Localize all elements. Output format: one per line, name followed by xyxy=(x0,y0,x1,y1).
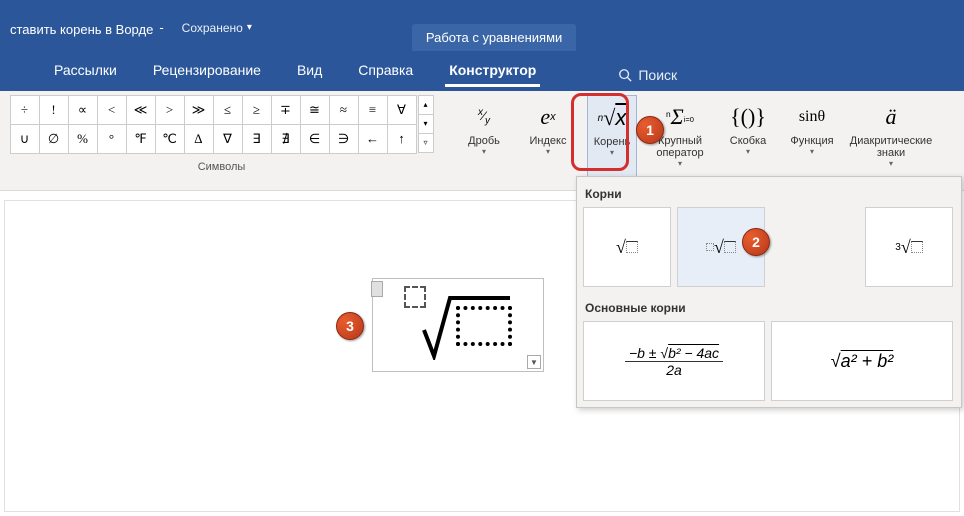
fraction-icon: x⁄y xyxy=(478,99,490,135)
symbol-button[interactable]: > xyxy=(155,95,185,125)
symbol-button[interactable]: ! xyxy=(39,95,69,125)
index-icon: ex xyxy=(540,99,555,135)
dropdown-section-radicals: Корни xyxy=(583,183,955,207)
symbol-button[interactable]: ≪ xyxy=(126,95,156,125)
search-icon xyxy=(618,68,632,82)
chevron-down-icon: ▾ xyxy=(746,147,750,156)
symbol-button[interactable]: ∀ xyxy=(387,95,417,125)
ribbon-tabs: Рассылки Рецензирование Вид Справка Конс… xyxy=(50,62,677,87)
annotation-badge-3: 3 xyxy=(336,312,364,340)
equation-editor[interactable]: ▼ xyxy=(372,278,544,372)
doc-title: ставить корень в Ворде xyxy=(10,18,153,37)
radical-icon: n√x xyxy=(598,100,627,136)
symbol-button[interactable]: ≈ xyxy=(329,95,359,125)
symbol-button[interactable]: ∪ xyxy=(10,124,40,154)
tab-help[interactable]: Справка xyxy=(354,62,417,87)
index-button[interactable]: ex Индекс ▾ xyxy=(523,95,573,190)
chevron-down-icon: ▾ xyxy=(546,147,550,156)
symbol-button[interactable]: ∇ xyxy=(213,124,243,154)
radical-radicand-placeholder[interactable] xyxy=(456,306,512,346)
tab-mailings[interactable]: Рассылки xyxy=(50,62,121,87)
dropdown-section-common: Основные корни xyxy=(583,297,955,321)
chevron-down-icon: ▾ xyxy=(678,159,682,168)
bracket-icon: {()} xyxy=(730,99,766,135)
symbol-button[interactable]: ∈ xyxy=(300,124,330,154)
symbol-button[interactable]: ≤ xyxy=(213,95,243,125)
chevron-down-icon: ▾ xyxy=(810,147,814,156)
annotation-badge-2: 2 xyxy=(742,228,770,256)
symbol-button[interactable]: ∄ xyxy=(271,124,301,154)
symbol-button[interactable]: ℉ xyxy=(126,124,156,154)
symbols-scroll-down[interactable]: ▾ xyxy=(418,114,434,134)
symbols-expand[interactable]: ▿ xyxy=(418,133,434,153)
chevron-down-icon: ▾ xyxy=(482,147,486,156)
symbol-button[interactable]: ← xyxy=(358,124,388,154)
symbol-button[interactable]: ≅ xyxy=(300,95,330,125)
tab-view[interactable]: Вид xyxy=(293,62,326,87)
symbol-button[interactable]: ∅ xyxy=(39,124,69,154)
search-box[interactable]: Поиск xyxy=(618,62,677,87)
tab-constructor[interactable]: Конструктор xyxy=(445,62,540,87)
radical-option-pythagoras[interactable]: √a² + b² xyxy=(771,321,953,401)
radical-option-cuberoot[interactable]: 3√ xyxy=(865,207,953,287)
symbol-button[interactable]: ≡ xyxy=(358,95,388,125)
symbol-button[interactable]: ↑ xyxy=(387,124,417,154)
symbol-button[interactable]: ° xyxy=(97,124,127,154)
saved-status: Сохранено xyxy=(182,21,243,35)
symbol-button[interactable]: ≥ xyxy=(242,95,272,125)
sigma-icon: nΣi=0 xyxy=(666,99,694,135)
symbols-group: ÷!∝<≪>≫≤≥∓≅≈≡∀ ∪∅%°℉℃∆∇∃∄∈∋←↑ ▴ ▾ ▿ Симв… xyxy=(4,95,439,190)
chevron-down-icon: ▾ xyxy=(610,148,614,157)
tab-review[interactable]: Рецензирование xyxy=(149,62,265,87)
equation-options-arrow[interactable]: ▼ xyxy=(527,355,541,369)
contextual-tab-equations[interactable]: Работа с уравнениями xyxy=(412,24,576,51)
symbol-button[interactable]: ÷ xyxy=(10,95,40,125)
chevron-down-icon: ▾ xyxy=(889,159,893,168)
radical-option-quadratic[interactable]: −b ± √b² − 4ac 2a xyxy=(583,321,765,401)
radical-option-sqrt[interactable]: √ xyxy=(583,207,671,287)
symbol-button[interactable]: ℃ xyxy=(155,124,185,154)
symbol-button[interactable]: ≫ xyxy=(184,95,214,125)
symbol-button[interactable]: ∝ xyxy=(68,95,98,125)
title-bar: ставить корень в Ворде - Сохранено ▾ Раб… xyxy=(0,0,964,55)
symbol-button[interactable]: < xyxy=(97,95,127,125)
annotation-badge-1: 1 xyxy=(636,116,664,144)
symbol-button[interactable]: ∃ xyxy=(242,124,272,154)
accent-icon: ä xyxy=(886,99,897,135)
fraction-button[interactable]: x⁄y Дробь ▾ xyxy=(459,95,509,190)
symbols-label: Символы xyxy=(198,161,246,173)
symbol-button[interactable]: ∆ xyxy=(184,124,214,154)
symbol-button[interactable]: ∓ xyxy=(271,95,301,125)
function-icon: sinθ xyxy=(799,99,825,135)
symbol-button[interactable]: ∋ xyxy=(329,124,359,154)
symbols-scroll-up[interactable]: ▴ xyxy=(418,95,434,115)
symbol-button[interactable]: % xyxy=(68,124,98,154)
radical-dropdown: Корни √ √ 3√ Основные корни −b ± √b² − 4… xyxy=(576,176,962,408)
equation-handle[interactable] xyxy=(371,281,383,297)
